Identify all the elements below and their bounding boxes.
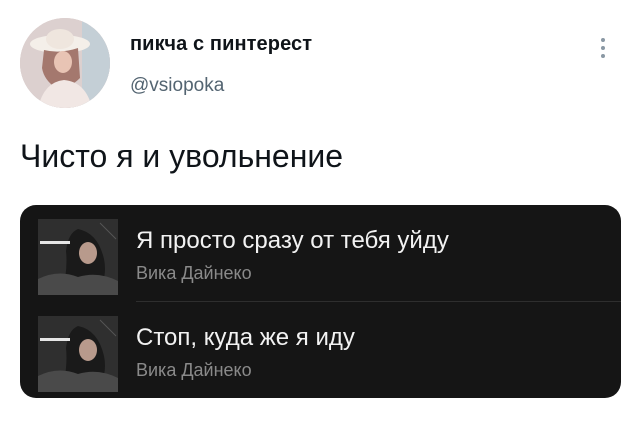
author-name[interactable]: пикча с пинтерест — [130, 33, 312, 56]
avatar[interactable] — [20, 18, 110, 108]
album-cover — [38, 316, 118, 392]
track-title: Стоп, куда же я иду — [136, 324, 355, 351]
vertical-dots-icon — [601, 38, 605, 58]
track-title: Я просто сразу от тебя уйду — [136, 227, 449, 254]
track-item[interactable]: Стоп, куда же я иду Вика Дайнеко — [38, 302, 621, 398]
track-artist: Вика Дайнеко — [136, 360, 252, 380]
more-options-button[interactable] — [598, 36, 608, 62]
avatar-image — [20, 18, 110, 108]
author-handle[interactable]: @vsiopoka — [130, 75, 224, 97]
music-playlist-card: Я просто сразу от тебя уйду Вика Дайнеко… — [20, 205, 621, 398]
tweet-text: Чисто я и увольнение — [20, 138, 344, 174]
album-cover — [38, 219, 118, 295]
track-artist: Вика Дайнеко — [136, 263, 252, 283]
track-item[interactable]: Я просто сразу от тебя уйду Вика Дайнеко — [38, 205, 621, 302]
